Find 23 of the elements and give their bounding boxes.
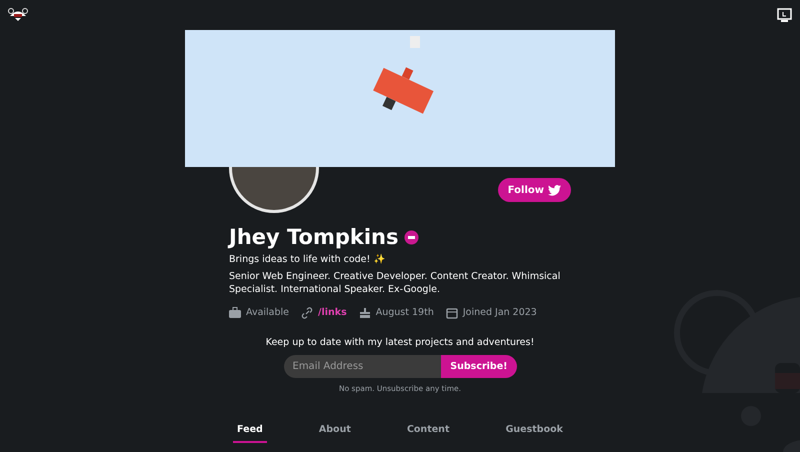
cake-icon xyxy=(358,306,371,319)
tab[interactable]: About xyxy=(314,420,355,443)
status-text: Available xyxy=(246,307,290,318)
subscribe-button[interactable]: Subscribe! xyxy=(441,354,516,378)
email-field[interactable]: Email Address xyxy=(284,354,442,378)
birthday-text: August 19th xyxy=(376,307,434,318)
logo-icon[interactable] xyxy=(8,8,28,24)
bio-text: Senior Web Engineer. Creative Developer. Content Creator. Whimsical Specialist. International Speaker. Ex-Google. xyxy=(229,271,562,297)
newsletter-heading: Keep up to date with my latest projects and adventures! xyxy=(266,336,534,348)
tagline: Brings ideas to life with code! ✨ xyxy=(229,253,386,265)
tab[interactable]: Feed xyxy=(233,420,267,443)
briefcase-icon xyxy=(229,307,241,318)
follow-button[interactable]: Follow xyxy=(498,178,571,202)
profile-name: Jhey Tompkins xyxy=(229,225,398,249)
links-link[interactable]: /links xyxy=(318,307,347,318)
bird-icon xyxy=(548,184,561,196)
verified-badge-icon xyxy=(404,230,418,244)
calendar-icon xyxy=(446,306,458,319)
joined-date: Joined Jan 2023 xyxy=(462,307,537,318)
tab[interactable]: Guestbook xyxy=(502,420,567,443)
link-icon xyxy=(301,306,314,319)
tab[interactable]: Content xyxy=(402,420,454,443)
monitor-icon[interactable] xyxy=(777,8,792,23)
